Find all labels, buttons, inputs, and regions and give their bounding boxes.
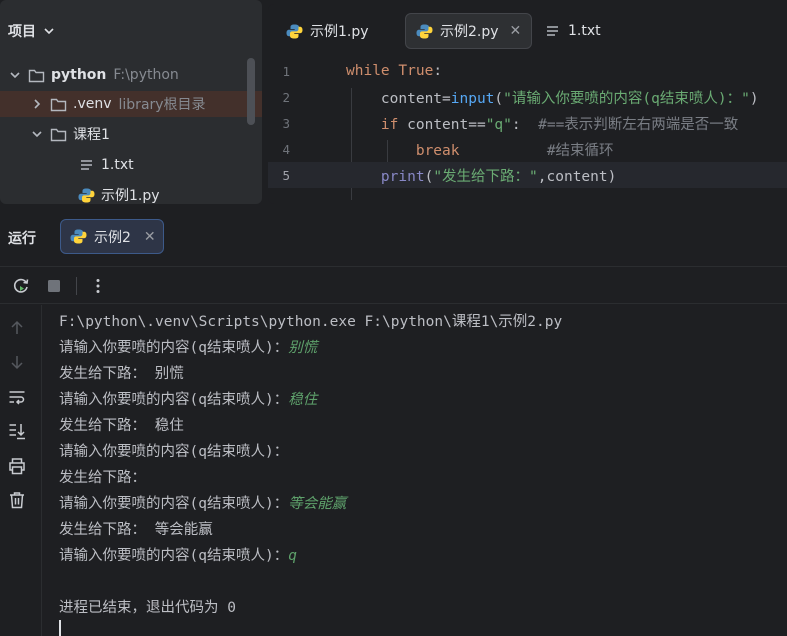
console-line: 请输入你要喷的内容(q结束喷人)：q xyxy=(59,548,297,564)
print-button[interactable] xyxy=(6,455,28,477)
project-scrollbar[interactable] xyxy=(247,58,255,125)
code-text: if content=="q": #==表示判断左右两端是否一致 xyxy=(380,116,739,133)
more-vertical-icon xyxy=(96,279,100,293)
run-toolbar xyxy=(0,266,787,304)
console-line: F:\python\.venv\Scripts\python.exe F:\py… xyxy=(59,314,563,330)
python-file-icon xyxy=(78,188,95,202)
code-line: 2 content=input("请输入你要喷的内容(q结束喷人)：") xyxy=(268,84,787,110)
code-text: content=input("请输入你要喷的内容(q结束喷人)：") xyxy=(380,90,759,107)
code-text: print("发生给下路：",content) xyxy=(380,168,617,185)
code-editor: 示例1.py 示例2.py ✕ 1.txt 1 while True: 2 co… xyxy=(268,4,787,204)
console-side-toolbar xyxy=(0,305,42,636)
console-output[interactable]: F:\python\.venv\Scripts\python.exe F:\py… xyxy=(59,309,779,621)
tab-example1[interactable]: 示例1.py xyxy=(276,13,379,49)
run-panel: 运行 示例2 ✕ F:\python\.venv\Scripts\python.… xyxy=(0,210,787,636)
tree-item-label: 1.txt xyxy=(101,157,134,173)
text-caret xyxy=(59,620,61,636)
text-file-icon xyxy=(81,159,92,170)
folder-icon xyxy=(50,98,67,111)
line-number: 1 xyxy=(282,63,290,79)
scroll-to-end-icon xyxy=(9,424,25,440)
tab-label: 1.txt xyxy=(568,23,601,39)
run-tab-example2[interactable]: 示例2 ✕ xyxy=(60,219,164,254)
chevron-down-icon[interactable] xyxy=(8,68,22,82)
tree-item-label: 课程1 xyxy=(73,127,110,143)
console-line: 请输入你要喷的内容(q结束喷人)：别慌 xyxy=(59,340,318,356)
text-file-icon xyxy=(547,25,558,36)
scroll-up-button[interactable] xyxy=(6,317,28,339)
console-line: 请输入你要喷的内容(q结束喷人)： xyxy=(59,444,289,460)
stop-button[interactable] xyxy=(44,276,64,296)
code-area[interactable]: 1 while True: 2 content=input("请输入你要喷的内容… xyxy=(268,58,787,204)
code-line: 4 break #结束循环 xyxy=(268,136,787,162)
printer-icon xyxy=(9,458,25,475)
line-number: 3 xyxy=(282,115,290,131)
project-title: 项目 xyxy=(8,24,36,40)
stop-icon xyxy=(48,280,60,292)
code-line: 1 while True: xyxy=(268,58,787,84)
tree-item-label: 示例1.py xyxy=(101,188,160,204)
tab-label: 示例1.py xyxy=(310,24,369,40)
tree-item-path-hint: F:\python xyxy=(113,67,179,83)
tree-item-venv[interactable]: .venv library根目录 xyxy=(0,91,262,117)
python-file-icon xyxy=(286,24,303,38)
scroll-to-end-button[interactable] xyxy=(6,420,28,442)
line-number: 4 xyxy=(282,141,290,157)
project-panel: 项目 python F:\python .venv library根目录 课程1… xyxy=(0,0,262,204)
code-line-current: 5 print("发生给下路：",content) xyxy=(268,162,787,188)
soft-wrap-icon xyxy=(9,391,25,405)
rerun-icon xyxy=(13,278,29,293)
tab-example2[interactable]: 示例2.py ✕ xyxy=(405,13,533,49)
tab-1txt[interactable]: 1.txt xyxy=(534,13,611,49)
python-file-icon xyxy=(416,24,433,38)
arrow-up-icon xyxy=(11,320,23,334)
toolbar-divider xyxy=(76,277,77,295)
console-line: 发生给下路： 等会能赢 xyxy=(59,522,213,538)
chevron-down-icon xyxy=(44,28,54,35)
tree-item-label: python xyxy=(51,67,107,83)
chevron-down-icon[interactable] xyxy=(30,127,44,141)
close-icon[interactable]: ✕ xyxy=(510,23,522,39)
console-line-exit: 进程已结束，退出代码为 0 xyxy=(59,600,236,616)
console-line: 发生给下路： 别慌 xyxy=(59,366,184,382)
run-tab-label: 示例2 xyxy=(94,229,131,246)
line-number: 2 xyxy=(282,89,290,105)
chevron-right-icon[interactable] xyxy=(30,97,44,111)
folder-icon xyxy=(28,69,45,82)
tree-item-python[interactable]: python F:\python xyxy=(0,62,262,88)
tree-item-example1[interactable]: 示例1.py xyxy=(0,182,262,204)
tree-item-label: .venv xyxy=(73,96,112,112)
clear-console-button[interactable] xyxy=(6,489,28,511)
tree-item-course1[interactable]: 课程1 xyxy=(0,121,262,147)
tab-label: 示例2.py xyxy=(440,24,499,40)
trash-icon xyxy=(10,492,24,509)
arrow-down-icon xyxy=(11,356,23,370)
console-line: 发生给下路： 稳住 xyxy=(59,418,184,434)
tree-item-library-hint: library根目录 xyxy=(118,97,206,113)
console-line: 请输入你要喷的内容(q结束喷人)：等会能赢 xyxy=(59,496,347,512)
code-line: 3 if content=="q": #==表示判断左右两端是否一致 xyxy=(268,110,787,136)
line-number: 5 xyxy=(282,167,290,183)
editor-tabs: 示例1.py 示例2.py ✕ 1.txt xyxy=(268,4,787,56)
project-view-selector[interactable]: 项目 xyxy=(8,21,56,41)
console-line: 发生给下路： xyxy=(59,470,146,486)
run-header: 运行 示例2 ✕ xyxy=(0,210,787,260)
tree-item-1txt[interactable]: 1.txt xyxy=(0,152,262,178)
code-text: break #结束循环 xyxy=(415,142,614,159)
code-text: while True: xyxy=(346,63,443,79)
python-file-icon xyxy=(70,229,87,244)
close-icon[interactable]: ✕ xyxy=(144,229,156,245)
scroll-down-button[interactable] xyxy=(6,351,28,373)
run-title: 运行 xyxy=(8,231,36,247)
more-options-button[interactable] xyxy=(88,276,108,296)
soft-wrap-button[interactable] xyxy=(6,386,28,408)
folder-icon xyxy=(50,128,67,141)
console-line: 请输入你要喷的内容(q结束喷人)：稳住 xyxy=(59,392,318,408)
rerun-button[interactable] xyxy=(11,276,31,296)
